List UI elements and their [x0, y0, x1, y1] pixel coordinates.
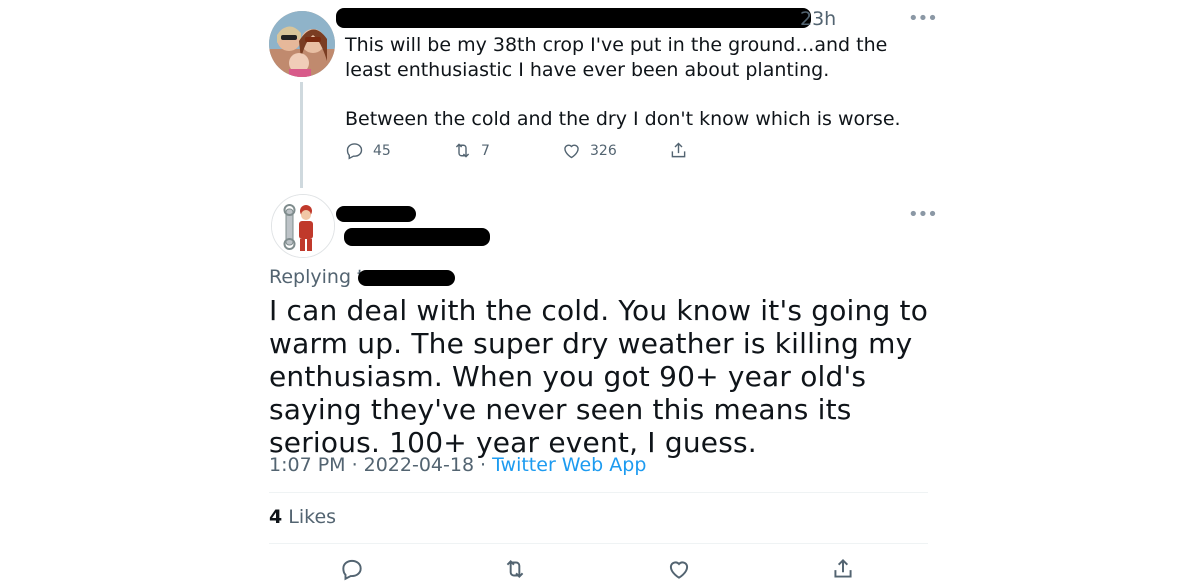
retweet-button[interactable]: 7 — [452, 140, 490, 161]
parent-paragraph-2: Between the cold and the dry I don't kno… — [345, 108, 901, 130]
reply-icon — [346, 143, 363, 160]
redacted-reply-handle — [344, 228, 490, 246]
likes-summary[interactable]: 4 Likes — [269, 506, 336, 528]
heart-icon — [564, 144, 579, 159]
share-button[interactable] — [830, 556, 856, 582]
retweet-icon — [455, 143, 470, 158]
like-button[interactable]: 326 — [561, 140, 617, 161]
reply-icon — [342, 559, 362, 581]
redacted-replying-handle[interactable] — [358, 270, 455, 286]
heart-icon — [669, 561, 689, 579]
more-horizontal-icon[interactable]: ••• — [908, 8, 938, 29]
retweet-button[interactable] — [502, 556, 528, 582]
tweet-thread: 23h ••• This will be my 38th crop I've p… — [0, 0, 1200, 587]
reply-button[interactable]: 45 — [344, 140, 391, 161]
like-button[interactable] — [666, 556, 692, 582]
share-icon — [671, 142, 686, 158]
reply-tweet-text: I can deal with the cold. You know it's … — [269, 294, 929, 459]
divider — [269, 492, 928, 493]
more-horizontal-icon[interactable]: ••• — [908, 204, 938, 225]
like-count: 326 — [590, 142, 617, 159]
likes-count: 4 — [269, 506, 283, 528]
tweet-metadata: 1:07 PM · 2022-04-18 · Twitter Web App — [269, 454, 646, 476]
separator-dot: · — [480, 454, 487, 476]
likes-label: Likes — [288, 506, 337, 528]
reply-action-bar — [269, 556, 928, 584]
redacted-reply-name — [336, 206, 416, 222]
thread-connector-line — [300, 82, 303, 188]
retweet-icon — [506, 560, 524, 578]
tweet-time[interactable]: 1:07 PM — [269, 454, 346, 476]
reply-count: 45 — [373, 142, 391, 159]
parent-author-avatar[interactable] — [269, 11, 335, 77]
parent-paragraph-1: This will be my 38th crop I've put in th… — [345, 34, 888, 81]
share-button[interactable] — [668, 140, 689, 161]
reply-button[interactable] — [339, 556, 365, 582]
parent-tweet-text: This will be my 38th crop I've put in th… — [345, 33, 905, 132]
separator-dot: · — [351, 454, 358, 476]
tweet-date[interactable]: 2022-04-18 — [364, 454, 474, 476]
divider — [269, 543, 928, 544]
reply-author-avatar[interactable] — [271, 194, 335, 258]
parent-timestamp[interactable]: 23h — [800, 8, 836, 30]
retweet-count: 7 — [481, 142, 490, 159]
tweet-source-link[interactable]: Twitter Web App — [492, 454, 646, 476]
redacted-author-name — [336, 8, 811, 28]
share-icon — [834, 558, 852, 578]
